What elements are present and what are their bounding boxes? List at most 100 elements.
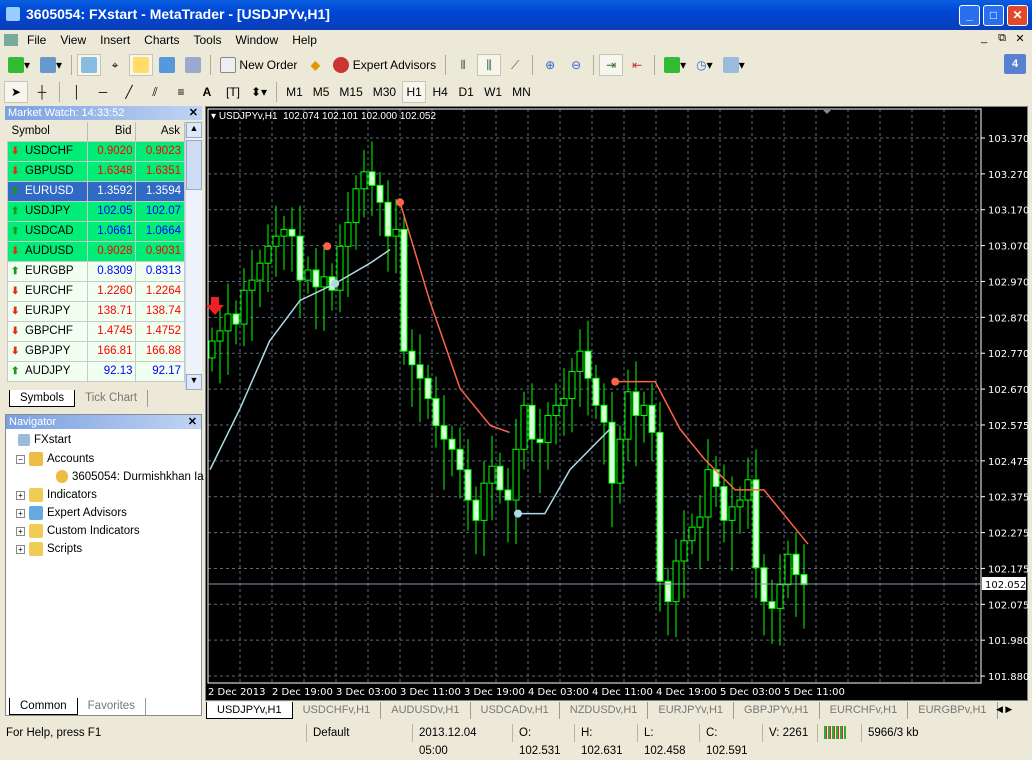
new-chart-button[interactable]: ▾ xyxy=(4,54,34,76)
chart-tab[interactable]: AUDUSDv,H1 xyxy=(381,702,471,719)
market-watch-row[interactable]: ⬇ AUDUSD 0.9028 0.9031 xyxy=(7,240,185,262)
chart-tab[interactable]: GBPJPYv,H1 xyxy=(734,702,820,719)
menu-insert[interactable]: Insert xyxy=(93,33,137,47)
timeframe-h4[interactable]: H4 xyxy=(428,81,452,103)
expand-icon[interactable]: + xyxy=(16,508,25,518)
trendline-button[interactable]: ╱ xyxy=(117,81,141,103)
market-watch-row[interactable]: ⬆ EURGBP 0.8309 0.8313 xyxy=(7,260,185,282)
nav-custom-indicators[interactable]: + Custom Indicators xyxy=(16,524,140,538)
expand-icon[interactable]: + xyxy=(16,490,25,500)
column-bid[interactable]: Bid xyxy=(87,122,137,141)
tab-symbols[interactable]: Symbols xyxy=(9,390,76,407)
new-order-button[interactable]: New Order xyxy=(216,54,301,76)
chart-tab[interactable]: EURCHFv,H1 xyxy=(820,702,909,719)
nav-scripts[interactable]: + Scripts xyxy=(16,542,82,556)
market-watch-row[interactable]: ⬇ GBPCHF 1.4745 1.4752 xyxy=(7,320,185,342)
timeframe-m15[interactable]: M15 xyxy=(335,81,366,103)
scrollbar[interactable]: ▲ ▼ xyxy=(185,122,202,390)
menu-tools[interactable]: Tools xyxy=(187,33,229,47)
menu-window[interactable]: Window xyxy=(229,33,286,47)
timeframe-m1[interactable]: M1 xyxy=(282,81,307,103)
tab-favorites[interactable]: Favorites xyxy=(78,698,146,715)
indicators-button[interactable]: ▾ xyxy=(660,54,690,76)
notification-badge[interactable]: 4 xyxy=(1004,54,1026,74)
market-watch-row[interactable]: ⬇ USDCHF 0.9020 0.9023 xyxy=(7,140,185,162)
mdi-restore-button[interactable]: ⧉ xyxy=(994,32,1010,45)
nav-account[interactable]: 3605054: Durmishkhan Ia xyxy=(56,470,204,483)
chart-shift-button[interactable]: ⇤ xyxy=(625,54,649,76)
tab-tick-chart[interactable]: Tick Chart xyxy=(75,390,149,407)
expand-icon[interactable]: + xyxy=(16,544,25,554)
timeframe-mn[interactable]: MN xyxy=(508,81,535,103)
tab-common[interactable]: Common xyxy=(9,698,78,715)
market-watch-row[interactable]: ⬇ EURCHF 1.2260 1.2264 xyxy=(7,280,185,302)
timeframe-w1[interactable]: W1 xyxy=(480,81,506,103)
profiles-button[interactable]: ▾ xyxy=(36,54,66,76)
scroll-down-button[interactable]: ▼ xyxy=(186,374,202,390)
market-watch-row[interactable]: ⬆ USDJPY 102.05 102.07 xyxy=(7,200,185,222)
market-watch-row[interactable]: ⬇ GBPUSD 1.6348 1.6351 xyxy=(7,160,185,182)
nav-root[interactable]: FXstart xyxy=(18,434,71,446)
periods-button[interactable]: ◷ ▾ xyxy=(692,54,717,76)
expert-advisors-button[interactable]: Expert Advisors xyxy=(329,54,440,76)
expand-icon[interactable]: + xyxy=(16,526,25,536)
column-symbol[interactable]: Symbol xyxy=(7,122,88,141)
mdi-close-button[interactable]: ✕ xyxy=(1012,32,1028,45)
minimize-button[interactable]: _ xyxy=(959,5,980,26)
chart-tab[interactable]: USDJPYv,H1 xyxy=(206,702,293,719)
nav-indicators[interactable]: + Indicators xyxy=(16,488,97,502)
auto-scroll-button[interactable]: ⇥ xyxy=(599,54,624,76)
bar-chart-button[interactable]: ⫴ xyxy=(451,54,475,76)
vertical-line-button[interactable]: │ xyxy=(65,81,89,103)
arrows-button[interactable]: ⬍▾ xyxy=(247,81,271,103)
mdi-minimize-button[interactable]: _ xyxy=(976,32,992,44)
market-watch-button[interactable] xyxy=(77,54,102,76)
menu-view[interactable]: View xyxy=(53,33,93,47)
chart-tab[interactable]: NZDUSDv,H1 xyxy=(560,702,649,719)
horizontal-line-button[interactable]: ─ xyxy=(91,81,115,103)
zoom-in-button[interactable]: ⊕ xyxy=(538,54,562,76)
timeframe-m5[interactable]: M5 xyxy=(309,81,334,103)
maximize-button[interactable]: □ xyxy=(983,5,1004,26)
scroll-up-button[interactable]: ▲ xyxy=(186,122,202,138)
close-button[interactable]: ✕ xyxy=(1007,5,1028,26)
price-chart[interactable]: 103.370 103.270 103.170 103.070 102.970 102.8… xyxy=(206,107,1029,702)
chart-tab[interactable]: USDCADv,H1 xyxy=(471,702,560,719)
text-button[interactable]: A xyxy=(195,81,219,103)
chart-window[interactable]: 103.370 103.270 103.170 103.070 102.970 102.8… xyxy=(205,106,1029,702)
column-ask[interactable]: Ask xyxy=(135,122,185,141)
text-label-button[interactable]: [T] xyxy=(221,81,245,103)
market-watch-row[interactable]: ⬇ GBPJPY 166.81 166.88 xyxy=(7,340,185,362)
timeframe-m30[interactable]: M30 xyxy=(369,81,400,103)
zoom-out-button[interactable]: ⊖ xyxy=(564,54,588,76)
cursor-button[interactable]: ➤ xyxy=(4,81,28,103)
fibonacci-button[interactable]: ≡ xyxy=(169,81,193,103)
navigator-button[interactable] xyxy=(129,54,154,76)
market-watch-row[interactable]: ⬆ EURUSD 1.3592 1.3594 xyxy=(7,180,185,202)
menu-charts[interactable]: Charts xyxy=(137,33,186,47)
tab-scroll-arrows[interactable]: ◀ ▶ xyxy=(996,704,1012,715)
equidistant-channel-button[interactable]: ⫽ xyxy=(143,81,167,103)
strategy-tester-button[interactable] xyxy=(181,54,205,76)
candlestick-button[interactable]: ⫼ xyxy=(477,54,502,76)
timeframe-h1[interactable]: H1 xyxy=(402,81,427,103)
templates-button[interactable]: ▾ xyxy=(719,54,749,76)
close-icon[interactable]: ✕ xyxy=(189,106,198,119)
data-window-button[interactable]: ⌖ xyxy=(103,54,127,76)
nav-expert-advisors[interactable]: + Expert Advisors xyxy=(16,506,127,520)
crosshair-button[interactable]: ┼ xyxy=(30,81,54,103)
chart-tab[interactable]: USDCHFv,H1 xyxy=(293,702,382,719)
menu-file[interactable]: File xyxy=(20,33,53,47)
market-watch-row[interactable]: ⬇ EURJPY 138.71 138.74 xyxy=(7,300,185,322)
market-watch-row[interactable]: ⬆ AUDJPY 92.13 92.17 xyxy=(7,360,185,382)
close-icon[interactable]: ✕ xyxy=(188,415,197,428)
menu-help[interactable]: Help xyxy=(285,33,324,47)
scroll-thumb[interactable] xyxy=(186,140,202,190)
line-chart-button[interactable]: ⟋ xyxy=(503,54,527,76)
chart-tab[interactable]: EURGBPv,H1 xyxy=(908,702,998,719)
market-watch-row[interactable]: ⬆ USDCAD 1.0661 1.0664 xyxy=(7,220,185,242)
timeframe-d1[interactable]: D1 xyxy=(454,81,478,103)
terminal-button[interactable] xyxy=(155,54,179,76)
collapse-icon[interactable]: − xyxy=(16,454,25,464)
alert-button[interactable]: ◆ xyxy=(303,54,327,76)
